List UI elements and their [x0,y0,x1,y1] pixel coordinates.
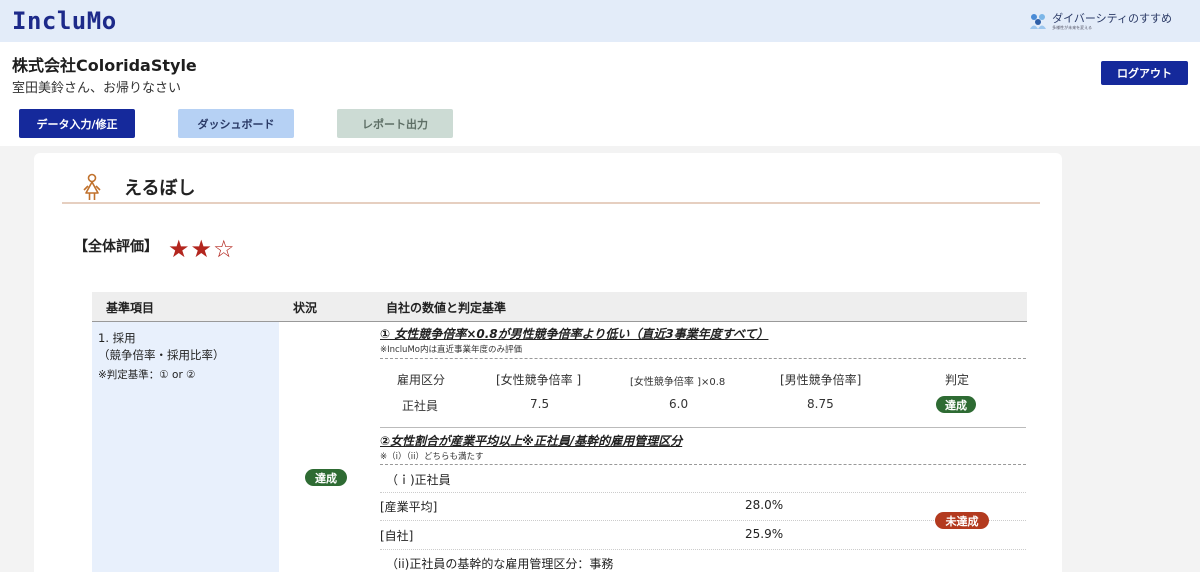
table-header: 基準項目 状況 自社の数値と判定基準 [92,292,1027,322]
condition2-divider [380,464,1026,465]
woman-icon [83,173,101,200]
condition1-title: ① 女性競争倍率×0.8が男性競争倍率より低い（直近3事業年度すべて） [380,327,769,341]
condition2-sub2: （ii)正社員の基幹的な雇用管理区分：事務 [386,557,614,571]
welcome-message: 室田美鈴さん、お帰りなさい [12,81,182,96]
top-bar: IncluMo ダイバーシティのすすめ 多様性が未来を変える [0,0,1200,42]
condition2-verdict-badge: 未達成 [935,512,989,529]
row-male-ratio: 8.75 [807,397,834,411]
condition2-sub1: （ｉ)正社員 [386,473,451,487]
condition1-divider [380,358,1026,359]
condition2-title: ②女性割合が産業平均以上※正社員/基幹的雇用管理区分 [380,434,683,448]
col-female-ratio: [女性競争倍率 ] [496,373,582,387]
criterion-note: ※判定基準：① or ② [98,369,196,381]
company-label: [自社] [380,529,414,543]
eruboshi-card: えるぼし 【全体評価】 ★★☆ 基準項目 状況 自社の数値と判定基準 1. 採用… [34,153,1062,572]
row-category: 正社員 [402,399,439,413]
company-name: 株式会社ColoridaStyle [12,56,197,75]
card-title-row: えるぼし [82,173,195,201]
col-verdict: 判定 [945,373,970,387]
diversity-people-icon [1030,14,1047,29]
company-value: 25.9% [745,527,784,541]
card-title: えるぼし [124,178,196,199]
row-divider [380,520,1026,521]
header-values: 自社の数値と判定基準 [386,301,507,315]
criterion-line1: 1. 採用 [98,331,136,345]
logout-button[interactable]: ログアウト [1101,61,1188,85]
nav-data-input-button[interactable]: データ入力/修正 [19,109,135,138]
condition2-note: ※（i）（ii）どちらも満たす [380,452,484,462]
brand-badge: ダイバーシティのすすめ 多様性が未来を変える [1028,11,1172,31]
row-divider [380,549,1026,550]
header-criterion: 基準項目 [106,301,155,315]
title-divider [62,202,1040,204]
col-male-ratio: [男性競争倍率] [780,373,862,387]
header-status: 状況 [293,301,318,315]
nav-dashboard-button[interactable]: ダッシュボード [178,109,294,138]
condition1-note: ※IncluMo内は直近事業年度のみ評価 [380,345,522,355]
col-employment-category: 雇用区分 [397,373,446,387]
page-header: 株式会社ColoridaStyle 室田美鈴さん、お帰りなさい ログアウト デー… [0,42,1200,146]
overall-rating: 【全体評価】 ★★☆ [74,229,236,263]
overall-label: 【全体評価】 [74,239,158,255]
row-female-ratio-x08: 6.0 [669,397,689,411]
star-rating: ★★☆ [168,235,236,263]
row-female-ratio: 7.5 [530,397,550,411]
row-divider [380,492,1026,493]
criterion-cell: 1. 採用 （競争倍率・採用比率） ※判定基準：① or ② [92,322,279,572]
nav-report-button[interactable]: レポート出力 [337,109,453,138]
criterion-line2: （競争倍率・採用比率） [98,347,225,362]
condition1-verdict-badge: 達成 [936,396,976,413]
criterion-name: 1. 採用 （競争倍率・採用比率） [98,330,225,363]
industry-average-value: 28.0% [745,498,784,512]
status-badge: 達成 [305,469,347,486]
col-female-ratio-x08: [女性競争倍率 ]×0.8 [630,377,726,388]
brand-subtitle: 多様性が未来を変える [1052,24,1092,30]
app-logo[interactable]: IncluMo [12,7,117,35]
condition-separator [380,427,1026,428]
brand-title: ダイバーシティのすすめ [1052,11,1172,25]
industry-average-label: [産業平均] [380,500,438,514]
